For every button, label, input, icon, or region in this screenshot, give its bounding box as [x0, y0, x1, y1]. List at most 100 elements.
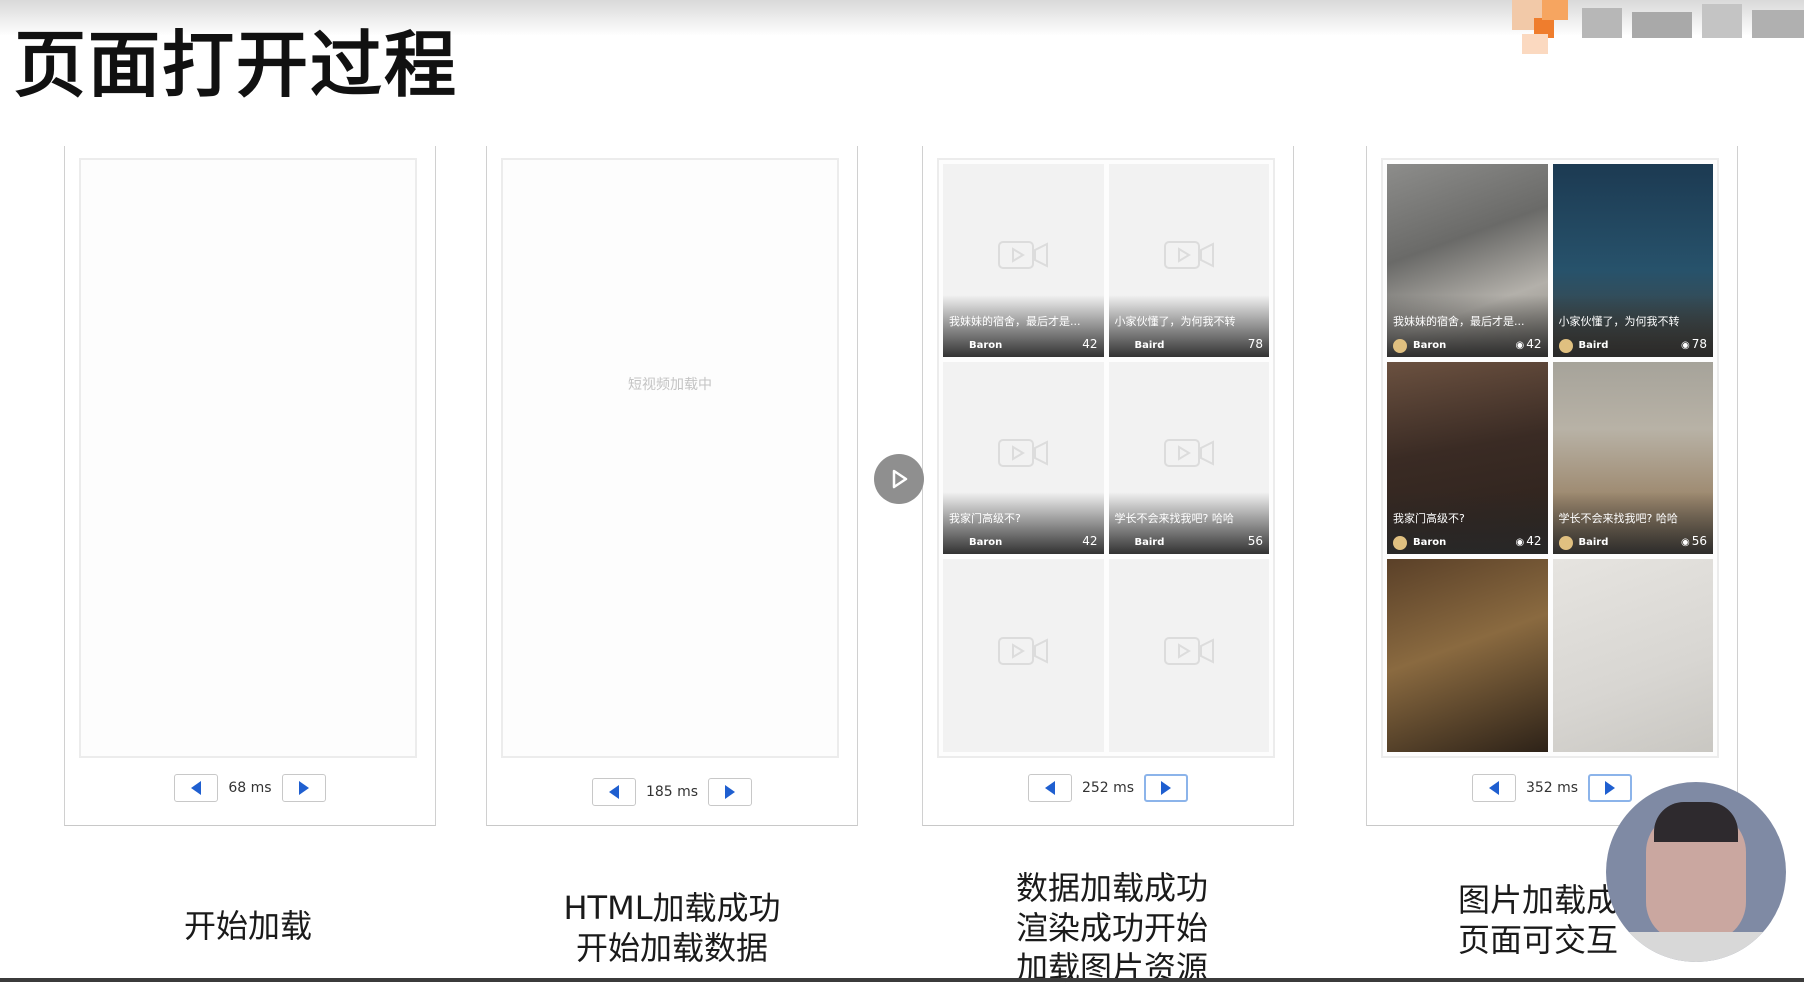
card-caption: 我妹妹的宿舍，最后才是... — [1393, 314, 1525, 328]
prev-button[interactable] — [1027, 774, 1072, 802]
card-author: Baird — [1578, 339, 1609, 351]
view-count: ◉ 78 — [1680, 336, 1707, 351]
caption-line: 数据加载成功 — [1015, 869, 1208, 907]
bottom-bar — [0, 978, 1804, 982]
webcam-overlay — [1606, 782, 1786, 962]
play-button[interactable] — [874, 454, 924, 504]
caption-line: 渲染成功开始 — [1015, 909, 1208, 947]
video-card[interactable]: 我妹妹的宿舍，最后才是... Baron 42 — [943, 164, 1104, 357]
caption-line: 开始加载数据 — [575, 929, 768, 967]
blurred-logo — [1512, 0, 1804, 58]
caption-line: 开始加载 — [183, 907, 312, 945]
view-count: ◉ 42 — [1515, 534, 1542, 549]
video-card[interactable]: 我家门高级不? Baron 42 — [943, 361, 1104, 555]
video-grid: 我妹妹的宿舍，最后才是... Baron 42 小家伙懂了，为何我不转 Bair… — [943, 164, 1269, 752]
left-arrow-icon — [1488, 781, 1499, 795]
phone-screen — [79, 158, 417, 758]
prev-button[interactable] — [174, 774, 219, 802]
slide-title: 页面打开过程 — [14, 23, 459, 107]
card-overlay: 我家门高级不? Baron 42 — [943, 492, 1104, 555]
loading-text: 短视频加载中 — [628, 377, 712, 393]
phone-screen: 短视频加载中 — [501, 158, 839, 758]
view-count: 42 — [1082, 336, 1098, 351]
panel-start-loading: 68 ms — [64, 146, 436, 826]
video-camera-icon — [1163, 241, 1214, 270]
eye-icon: ◉ — [1515, 537, 1525, 549]
right-arrow-icon — [725, 785, 736, 799]
next-button[interactable] — [281, 774, 326, 802]
video-card[interactable]: 小家伙懂了，为何我不转 Baird ◉ 78 — [1552, 164, 1713, 357]
eye-icon: ◉ — [1680, 537, 1690, 549]
play-icon — [892, 469, 908, 489]
avatar — [1393, 338, 1407, 353]
right-arrow-icon — [1605, 781, 1616, 795]
card-overlay: 学长不会来找我吧? 哈哈 Baird ◉ 56 — [1552, 492, 1713, 555]
video-card[interactable]: 学长不会来找我吧? 哈哈 Baird 56 — [1108, 361, 1269, 555]
video-card[interactable]: 小家伙懂了，为何我不转 Baird 78 — [1108, 164, 1269, 357]
card-caption: 学长不会来找我吧? 哈哈 — [1114, 512, 1234, 526]
card-author: Baron — [1413, 339, 1447, 351]
caption-line: 加载图片资源 — [1015, 949, 1208, 987]
video-card[interactable]: 学长不会来找我吧? 哈哈 Baird ◉ 56 — [1552, 361, 1713, 555]
prev-button[interactable] — [1471, 774, 1516, 802]
card-caption: 我家门高级不? — [949, 512, 1021, 526]
card-author: Baird — [1134, 339, 1165, 351]
card-overlay: 我妹妹的宿舍，最后才是... Baron ◉ 42 — [1387, 294, 1548, 357]
avatar — [1558, 338, 1573, 353]
view-count: ◉ 42 — [1515, 336, 1542, 351]
card-caption: 学长不会来找我吧? 哈哈 — [1558, 512, 1678, 526]
next-button[interactable] — [708, 778, 753, 806]
panel-html-loaded: 短视频加载中 185 ms — [486, 146, 858, 826]
caption-line: HTML加载成功 — [563, 889, 781, 927]
card-overlay: 小家伙懂了，为何我不转 Baird 78 — [1108, 294, 1269, 357]
card-caption: 小家伙懂了，为何我不转 — [1114, 314, 1236, 328]
video-card[interactable] — [943, 559, 1104, 752]
left-arrow-icon — [191, 781, 202, 795]
card-overlay: 我妹妹的宿舍，最后才是... Baron 42 — [943, 294, 1104, 357]
video-camera-icon — [998, 636, 1049, 665]
video-card[interactable] — [1108, 559, 1269, 752]
right-arrow-icon — [298, 781, 309, 795]
timing-label: 252 ms — [1081, 780, 1135, 796]
prev-button[interactable] — [591, 778, 636, 806]
eye-icon: ◉ — [1680, 339, 1690, 351]
card-caption: 我妹妹的宿舍，最后才是... — [949, 314, 1081, 328]
video-card[interactable] — [1552, 559, 1713, 752]
video-card[interactable] — [1387, 559, 1548, 752]
video-card[interactable]: 我家门高级不? Baron ◉ 42 — [1387, 361, 1548, 555]
card-caption: 我家门高级不? — [1393, 512, 1465, 526]
caption-start-loading: 开始加载 — [68, 906, 428, 946]
video-camera-icon — [998, 438, 1049, 467]
panel-images-loaded: 我妹妹的宿舍，最后才是... Baron ◉ 42 小家伙懂了，为何我不转 Bai… — [1366, 146, 1738, 826]
video-camera-icon — [998, 241, 1049, 270]
left-arrow-icon — [608, 785, 619, 799]
right-arrow-icon — [1161, 781, 1172, 795]
phone-screen: 我妹妹的宿舍，最后才是... Baron ◉ 42 小家伙懂了，为何我不转 Bai… — [1381, 158, 1719, 758]
panel-data-loaded: 我妹妹的宿舍，最后才是... Baron 42 小家伙懂了，为何我不转 Bair… — [922, 146, 1294, 826]
caption-data-loaded: 数据加载成功 渲染成功开始 加载图片资源 — [932, 868, 1292, 988]
next-button[interactable] — [1144, 774, 1189, 802]
video-camera-icon — [1163, 636, 1214, 665]
avatar — [1393, 536, 1407, 551]
left-arrow-icon — [1044, 781, 1055, 795]
caption-html-loaded: HTML加载成功 开始加载数据 — [492, 888, 852, 968]
view-count: ◉ 56 — [1680, 534, 1707, 549]
view-count: 42 — [1082, 534, 1098, 549]
card-caption: 小家伙懂了，为何我不转 — [1558, 314, 1680, 328]
card-overlay: 我家门高级不? Baron ◉ 42 — [1387, 492, 1548, 555]
card-overlay: 学长不会来找我吧? 哈哈 Baird 56 — [1108, 492, 1269, 555]
timing-label: 68 ms — [228, 780, 272, 796]
card-author: Baird — [1578, 537, 1609, 549]
video-card[interactable]: 我妹妹的宿舍，最后才是... Baron ◉ 42 — [1387, 164, 1548, 357]
card-author: Baron — [969, 339, 1003, 351]
card-author: Baron — [969, 537, 1003, 549]
view-count: 78 — [1247, 336, 1263, 351]
card-author: Baron — [1413, 537, 1447, 549]
next-button[interactable] — [1588, 774, 1633, 802]
video-camera-icon — [1163, 438, 1214, 467]
card-author: Baird — [1134, 537, 1165, 549]
view-count: 56 — [1247, 534, 1263, 549]
eye-icon: ◉ — [1515, 339, 1525, 351]
phone-screen: 我妹妹的宿舍，最后才是... Baron 42 小家伙懂了，为何我不转 Bair… — [937, 158, 1275, 758]
avatar — [1558, 536, 1573, 551]
